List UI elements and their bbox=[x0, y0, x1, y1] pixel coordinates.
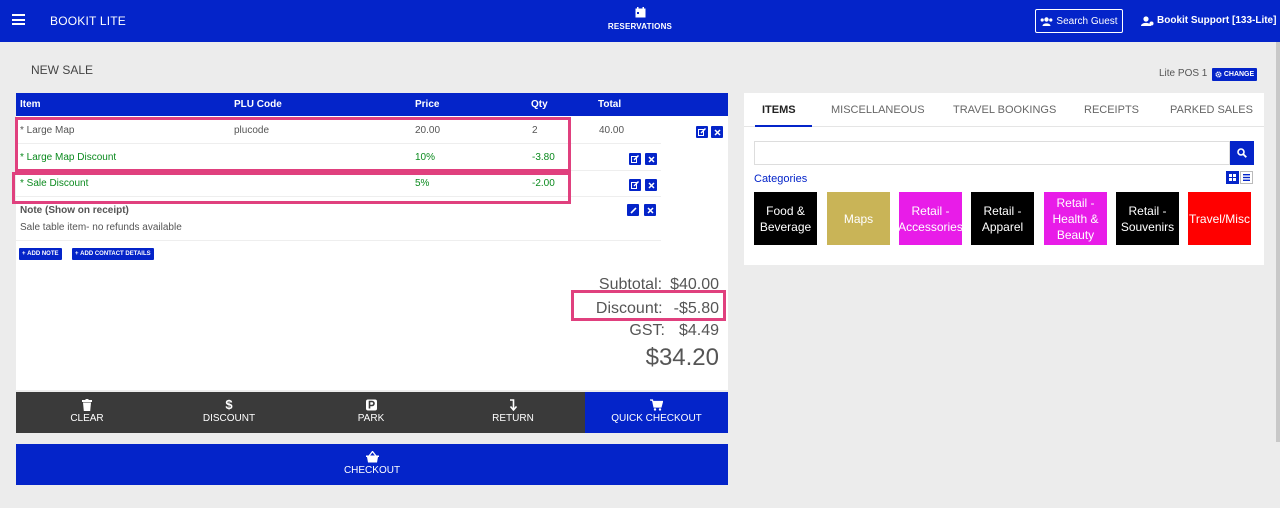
grid-view-toggle[interactable] bbox=[1226, 171, 1239, 184]
catalog-panel: ITEMS MISCELLANEOUS TRAVEL BOOKINGS RECE… bbox=[744, 93, 1264, 265]
clear-button[interactable]: CLEAR bbox=[16, 392, 158, 433]
action-bar: CLEAR $ DISCOUNT PARK RETURN QUICK CHECK… bbox=[16, 392, 728, 433]
search-icon bbox=[1237, 148, 1247, 158]
category-tile[interactable]: Maps bbox=[827, 192, 890, 245]
tab-travel-bookings[interactable]: TRAVEL BOOKINGS bbox=[953, 104, 1056, 116]
search-guest-label: Search Guest bbox=[1056, 15, 1118, 27]
edit-note-button[interactable] bbox=[627, 204, 639, 216]
change-pos-button[interactable]: CHANGE bbox=[1212, 68, 1257, 81]
delete-row-button[interactable] bbox=[645, 153, 657, 165]
delete-note-button[interactable] bbox=[644, 204, 656, 216]
user-cog-icon bbox=[1141, 15, 1154, 26]
quick-checkout-label: QUICK CHECKOUT bbox=[611, 413, 702, 424]
gst-label: GST: bbox=[629, 322, 665, 339]
reservations-nav[interactable]: RESERVATIONS bbox=[598, 7, 682, 31]
note-text: Sale table item- no refunds available bbox=[20, 222, 182, 233]
col-qty: Qty bbox=[531, 99, 548, 110]
category-tile[interactable]: Retail - Health & Beauty bbox=[1044, 192, 1107, 245]
catalog-tabs: ITEMS MISCELLANEOUS TRAVEL BOOKINGS RECE… bbox=[744, 93, 1264, 127]
grid-icon bbox=[1229, 174, 1236, 181]
edit-row-button[interactable] bbox=[629, 153, 641, 165]
col-item: Item bbox=[20, 99, 41, 110]
user-label: Bookit Support [133-Lite] bbox=[1157, 15, 1277, 26]
category-tile[interactable]: Food & Beverage bbox=[754, 192, 817, 245]
menu-icon[interactable] bbox=[12, 14, 25, 25]
note-title: Note (Show on receipt) bbox=[20, 205, 129, 216]
return-button[interactable]: RETURN bbox=[442, 392, 584, 433]
close-icon bbox=[647, 181, 655, 189]
quick-checkout-button[interactable]: QUICK CHECKOUT bbox=[585, 392, 728, 433]
category-tile[interactable]: Retail - Accessories bbox=[899, 192, 962, 245]
highlight-box bbox=[12, 172, 571, 204]
grand-total: $34.20 bbox=[645, 344, 719, 371]
edit-icon bbox=[631, 181, 639, 189]
add-contact-label: ADD CONTACT DETAILS bbox=[80, 251, 151, 257]
tab-items[interactable]: ITEMS bbox=[762, 104, 796, 116]
gst-value: $4.49 bbox=[678, 322, 719, 339]
close-icon bbox=[646, 206, 654, 214]
trash-icon bbox=[82, 399, 92, 411]
dollar-icon: $ bbox=[225, 397, 233, 412]
app-title: BOOKIT LITE bbox=[50, 14, 126, 28]
edit-icon bbox=[698, 128, 706, 136]
checkout-button[interactable]: CHECKOUT bbox=[16, 444, 728, 485]
edit-icon bbox=[631, 155, 639, 163]
park-button[interactable]: PARK bbox=[300, 392, 442, 433]
pos-label: Lite POS 1 bbox=[1159, 68, 1208, 79]
col-price: Price bbox=[415, 99, 440, 110]
category-tile[interactable]: Travel/Misc bbox=[1188, 192, 1251, 245]
categories-label: Categories bbox=[754, 173, 808, 185]
calendar-icon bbox=[635, 7, 645, 18]
row-total: 40.00 bbox=[599, 125, 625, 136]
col-total: Total bbox=[598, 99, 622, 110]
edit-row-button[interactable] bbox=[696, 126, 708, 138]
return-arrow-icon bbox=[509, 399, 517, 411]
edit-row-button[interactable] bbox=[629, 179, 641, 191]
tab-receipts[interactable]: RECEIPTS bbox=[1084, 104, 1139, 116]
search-guest-button[interactable]: Search Guest bbox=[1035, 9, 1123, 33]
item-search-input[interactable] bbox=[754, 141, 1230, 165]
delete-row-button[interactable] bbox=[645, 179, 657, 191]
close-icon bbox=[647, 155, 655, 163]
gear-icon bbox=[1215, 71, 1222, 78]
tab-parked-sales[interactable]: PARKED SALES bbox=[1170, 104, 1253, 116]
category-tile[interactable]: Retail - Apparel bbox=[971, 192, 1034, 245]
list-view-toggle[interactable] bbox=[1240, 171, 1253, 184]
discount-action-label: DISCOUNT bbox=[202, 413, 256, 424]
divider bbox=[16, 240, 661, 241]
delete-row-button[interactable] bbox=[711, 126, 723, 138]
basket-icon bbox=[365, 451, 379, 463]
tab-miscellaneous[interactable]: MISCELLANEOUS bbox=[831, 104, 925, 116]
highlight-box bbox=[571, 290, 726, 321]
list-icon bbox=[1243, 174, 1250, 181]
sale-table-header: Item PLU Code Price Qty Total bbox=[16, 93, 728, 116]
add-contact-button[interactable]: + ADD CONTACT DETAILS bbox=[72, 248, 154, 260]
return-label: RETURN bbox=[492, 413, 534, 424]
page-title: NEW SALE bbox=[31, 63, 94, 77]
clear-label: CLEAR bbox=[70, 413, 104, 424]
user-menu[interactable]: Bookit Support [133-Lite] bbox=[1141, 15, 1276, 26]
users-icon bbox=[1041, 16, 1053, 26]
reservations-label: RESERVATIONS bbox=[607, 22, 673, 31]
parking-icon bbox=[365, 399, 377, 411]
add-note-button[interactable]: + ADD NOTE bbox=[19, 248, 62, 260]
page-scrollbar[interactable] bbox=[1276, 42, 1280, 442]
pencil-icon bbox=[629, 206, 637, 214]
active-tab-indicator bbox=[755, 125, 812, 127]
change-label: CHANGE bbox=[1223, 71, 1255, 78]
discount-button[interactable]: $ DISCOUNT bbox=[158, 392, 300, 433]
col-plu: PLU Code bbox=[234, 99, 282, 110]
search-button[interactable] bbox=[1230, 141, 1254, 165]
add-note-label: ADD NOTE bbox=[27, 251, 59, 257]
highlight-box bbox=[15, 117, 571, 172]
top-bar: BOOKIT LITE RESERVATIONS Search Guest Bo… bbox=[0, 0, 1280, 42]
cart-icon bbox=[650, 399, 663, 411]
category-tile[interactable]: Retail - Souvenirs bbox=[1116, 192, 1179, 245]
close-icon bbox=[713, 128, 721, 136]
gst-line: GST: $4.49 bbox=[629, 322, 719, 340]
park-label: PARK bbox=[357, 413, 385, 424]
checkout-label: CHECKOUT bbox=[343, 465, 401, 476]
